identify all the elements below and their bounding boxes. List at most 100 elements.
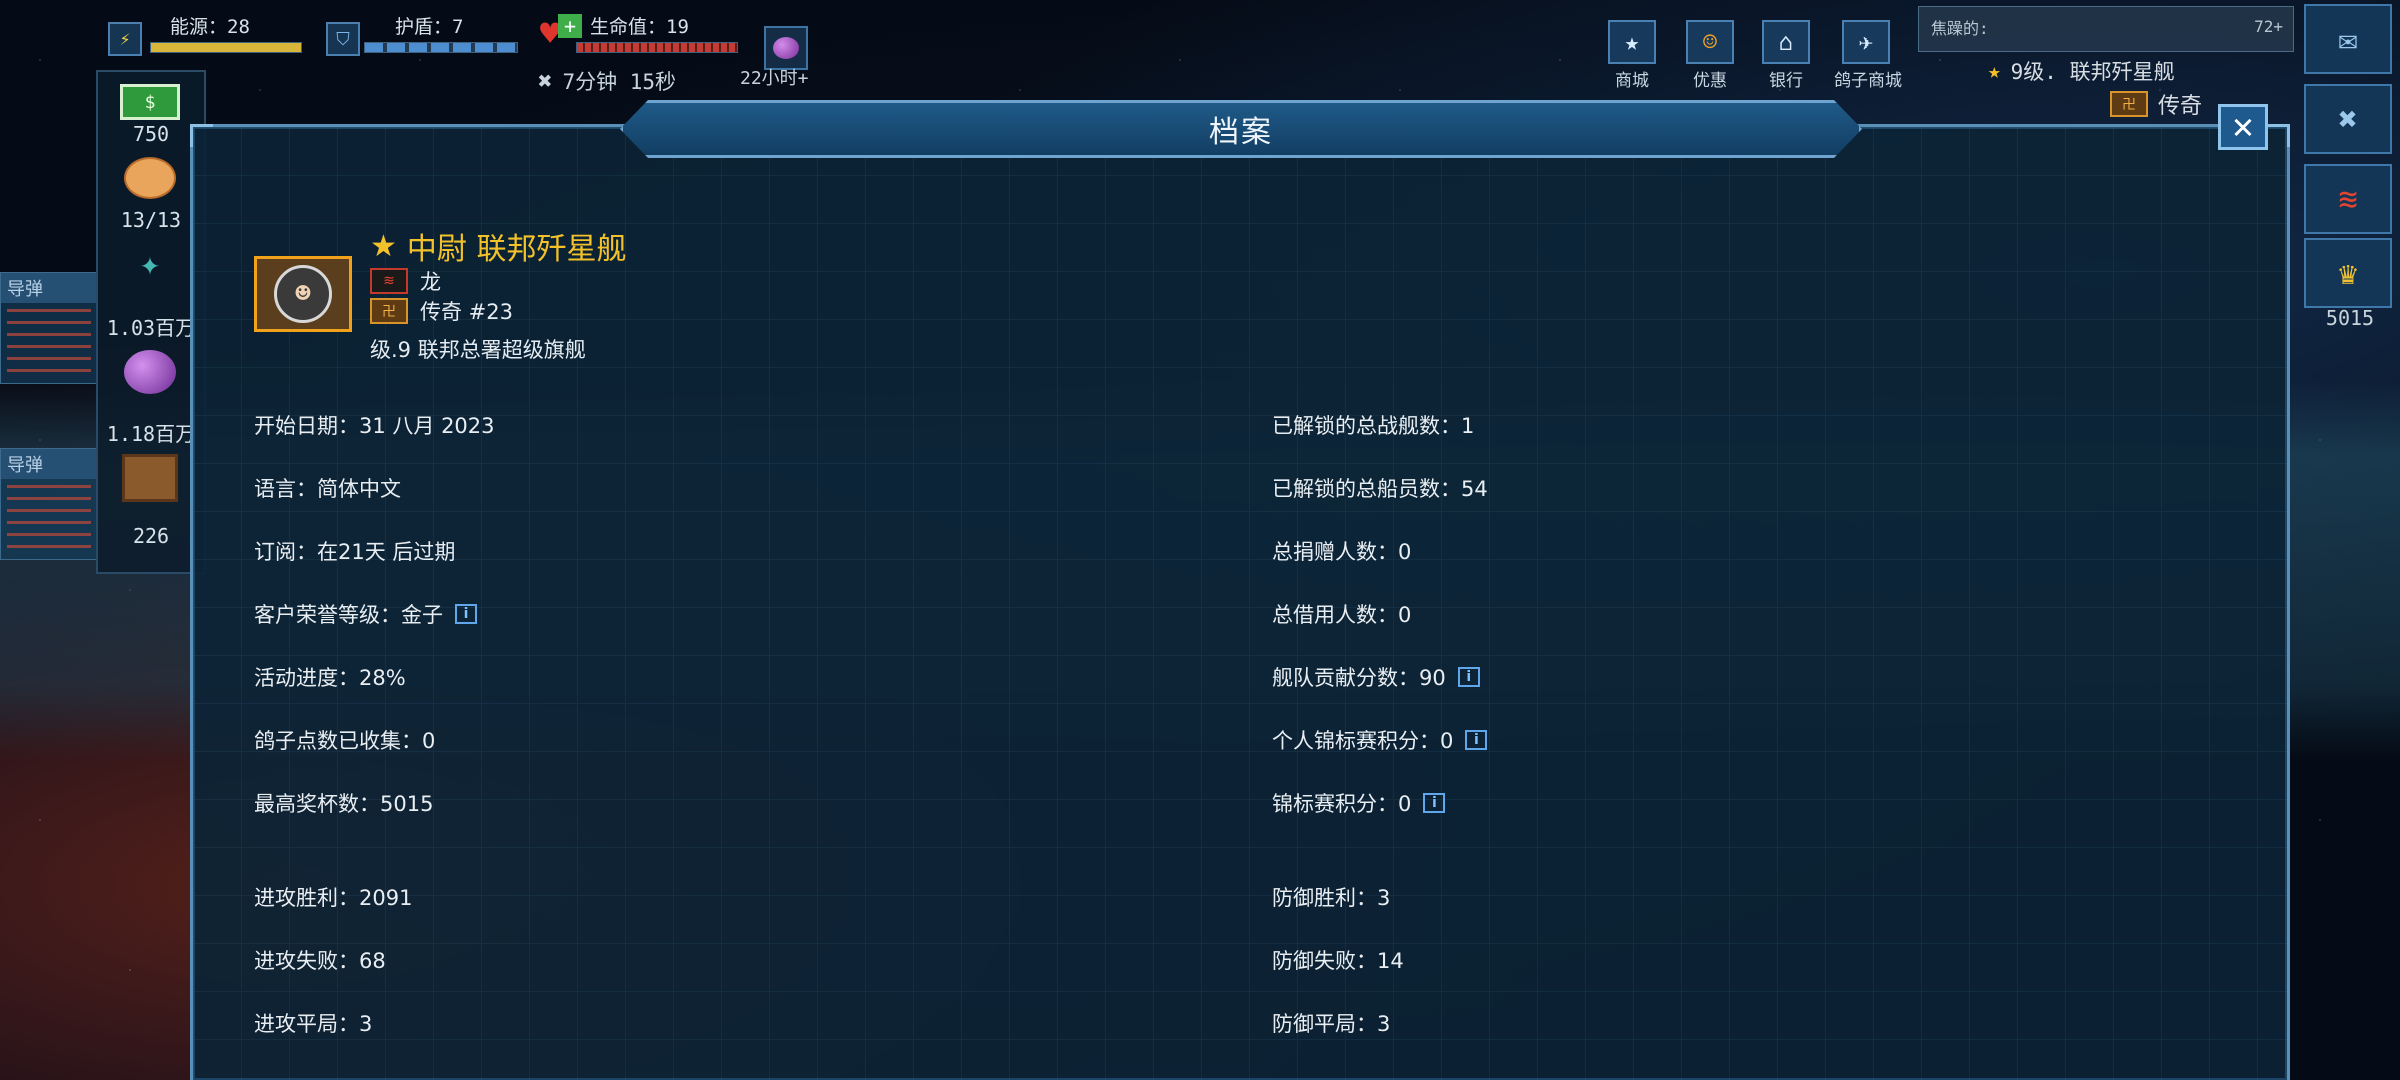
orb-icon <box>773 37 799 59</box>
stat-text: 进攻失败：68 <box>254 949 386 973</box>
trophy-icon: ♛ <box>2338 254 2358 292</box>
dialog-title: 档案 <box>1209 115 1273 150</box>
crate-value: 226 <box>132 524 170 548</box>
player-ship-row: 级.9 联邦总署超级旗舰 <box>370 334 586 364</box>
orb-value: 1.18百万 <box>106 422 196 446</box>
shop-label: 商城 <box>1615 71 1649 91</box>
cash-icon[interactable]: $ <box>120 78 180 126</box>
star-icon: ★ <box>370 228 397 264</box>
missile-panel-1[interactable]: 导弹 <box>0 272 98 384</box>
top-rank: ★ 9级. 联邦歼星舰 <box>1988 56 2175 86</box>
shop-label: 鸽子商城 <box>1834 71 1902 91</box>
stat-attack-losses: 进攻失败：68 <box>254 945 386 975</box>
player-ship: 级.9 联邦总署超级旗舰 <box>370 338 586 362</box>
missile-panel-2[interactable]: 导弹 <box>0 448 98 560</box>
corner-decoration <box>2267 124 2290 147</box>
chat-icon: ✉ <box>2338 20 2358 58</box>
stat-text: 开始日期：31 八月 2023 <box>254 414 495 438</box>
shop-button-store[interactable]: ★ 商城 <box>1602 20 1662 91</box>
missile-panel-label: 导弹 <box>1 449 97 479</box>
legend-flag-icon: 卍 <box>2110 91 2148 117</box>
fleet-button[interactable]: ≋ <box>2304 164 2392 234</box>
stat-subscription: 订阅：在21天 后过期 <box>254 536 455 566</box>
trophy-count: 5015 <box>2325 306 2375 330</box>
star-icon: ★ <box>1988 59 2001 83</box>
stat-text: 活动进度：28% <box>254 666 406 690</box>
info-icon[interactable]: i <box>1457 667 1480 687</box>
stat-event-progress: 活动进度：28% <box>254 662 406 692</box>
stat-text: 已解锁的总战舰数：1 <box>1272 414 1475 438</box>
player-name-row: ≋ 龙 <box>370 266 441 296</box>
timer-text: 7分钟 15秒 <box>562 70 677 94</box>
avatar[interactable]: ☻ <box>254 256 352 332</box>
missile-rack <box>7 309 91 373</box>
crate-icon[interactable] <box>120 454 180 502</box>
status-search-field[interactable]: 焦躁的: 72+ <box>1918 6 2294 52</box>
info-icon[interactable]: i <box>1465 730 1488 750</box>
energy-bar <box>150 42 302 53</box>
stat-text: 进攻胜利：2091 <box>254 886 413 910</box>
top-rank-text: 9级. 联邦歼星舰 <box>2010 60 2175 84</box>
crew-value: 13/13 <box>120 208 182 232</box>
tools-button[interactable]: ✖ <box>2304 84 2392 154</box>
close-button[interactable]: ✕ <box>2218 104 2268 150</box>
stat-max-trophies: 最高奖杯数：5015 <box>254 788 433 818</box>
player-tier-row: 卍 传奇 #23 <box>370 296 513 326</box>
plus-icon: + <box>558 14 582 38</box>
cash-value: 750 <box>132 122 170 146</box>
dragon-flag-icon: ≋ <box>370 268 408 294</box>
bank-icon: ⌂ <box>1762 20 1810 64</box>
corner-decoration <box>190 124 213 147</box>
stat-text: 进攻平局：3 <box>254 1012 373 1036</box>
player-rank: ★ 中尉 联邦歼星舰 <box>370 224 626 268</box>
lightning-icon: ⚡ <box>108 22 142 56</box>
crystal-icon[interactable]: ✦ <box>120 240 180 288</box>
captain-portrait-icon: ☻ <box>274 265 332 323</box>
shield-icon: ⛉ <box>326 22 360 56</box>
orb-timer: 22小时+ <box>740 68 809 89</box>
wrench-icon: ✖ <box>2338 100 2358 138</box>
stat-text: 舰队贡献分数：90 <box>1272 666 1446 690</box>
right-menu-column: ✉ ✖ ≋ ♛ 5015 <box>2300 0 2400 1080</box>
shop-button-pigeon[interactable]: ✈ 鸽子商城 <box>1834 20 1902 91</box>
stat-text: 总借用人数：0 <box>1272 603 1412 627</box>
orb-resource-icon[interactable] <box>120 348 180 396</box>
wrench-icon: ✖ <box>538 67 553 95</box>
repair-timer: ✖ 7分钟 15秒 <box>538 66 676 96</box>
stat-defense-wins: 防御胜利：3 <box>1272 882 1390 912</box>
shop-label: 银行 <box>1769 71 1803 91</box>
legend-flag-icon: 卍 <box>370 298 408 324</box>
smile-icon: ☺ <box>1686 20 1734 64</box>
stat-borrows: 总借用人数：0 <box>1272 599 1411 629</box>
chat-button[interactable]: ✉ <box>2304 4 2392 74</box>
stat-text: 客户荣誉等级：金子 <box>254 603 443 627</box>
stat-text: 锦标赛积分：0 <box>1272 792 1412 816</box>
info-icon[interactable]: i <box>1423 793 1446 813</box>
stat-text: 防御平局：3 <box>1272 1012 1391 1036</box>
stat-crew-unlocked: 已解锁的总船员数：54 <box>1272 473 1488 503</box>
shield-bar <box>364 42 518 53</box>
stat-text: 语言：简体中文 <box>254 477 401 501</box>
stat-attack-draws: 进攻平局：3 <box>254 1008 372 1038</box>
stat-defense-losses: 防御失败：14 <box>1272 945 1404 975</box>
dialog-title-bar: 档案 <box>620 100 1862 158</box>
shop-button-deals[interactable]: ☺ 优惠 <box>1680 20 1740 91</box>
stat-fleet-contribution: 舰队贡献分数：90 i <box>1272 662 1480 692</box>
stat-text: 订阅：在21天 后过期 <box>254 540 456 564</box>
stat-donations: 总捐赠人数：0 <box>1272 536 1411 566</box>
stat-personal-tournament: 个人锦标赛积分：0 i <box>1272 725 1488 755</box>
crystal-value: 1.03百万 <box>106 316 196 340</box>
trophy-button[interactable]: ♛ <box>2304 238 2392 308</box>
shop-label: 优惠 <box>1693 71 1727 91</box>
search-badge: 72+ <box>2254 17 2283 36</box>
stat-text: 总捐赠人数：0 <box>1272 540 1412 564</box>
shop-button-bank[interactable]: ⌂ 银行 <box>1756 20 1816 91</box>
search-label: 焦躁的: <box>1931 19 1989 38</box>
info-icon[interactable]: i <box>455 604 477 624</box>
stat-defense-draws: 防御平局：3 <box>1272 1008 1390 1038</box>
stat-text: 鸽子点数已收集：0 <box>254 729 436 753</box>
crew-icon[interactable] <box>120 154 180 202</box>
stat-tournament-points: 锦标赛积分：0 i <box>1272 788 1446 818</box>
fleet-icon: ≋ <box>2338 180 2358 218</box>
rank-title: 中尉 联邦歼星舰 <box>406 232 627 267</box>
